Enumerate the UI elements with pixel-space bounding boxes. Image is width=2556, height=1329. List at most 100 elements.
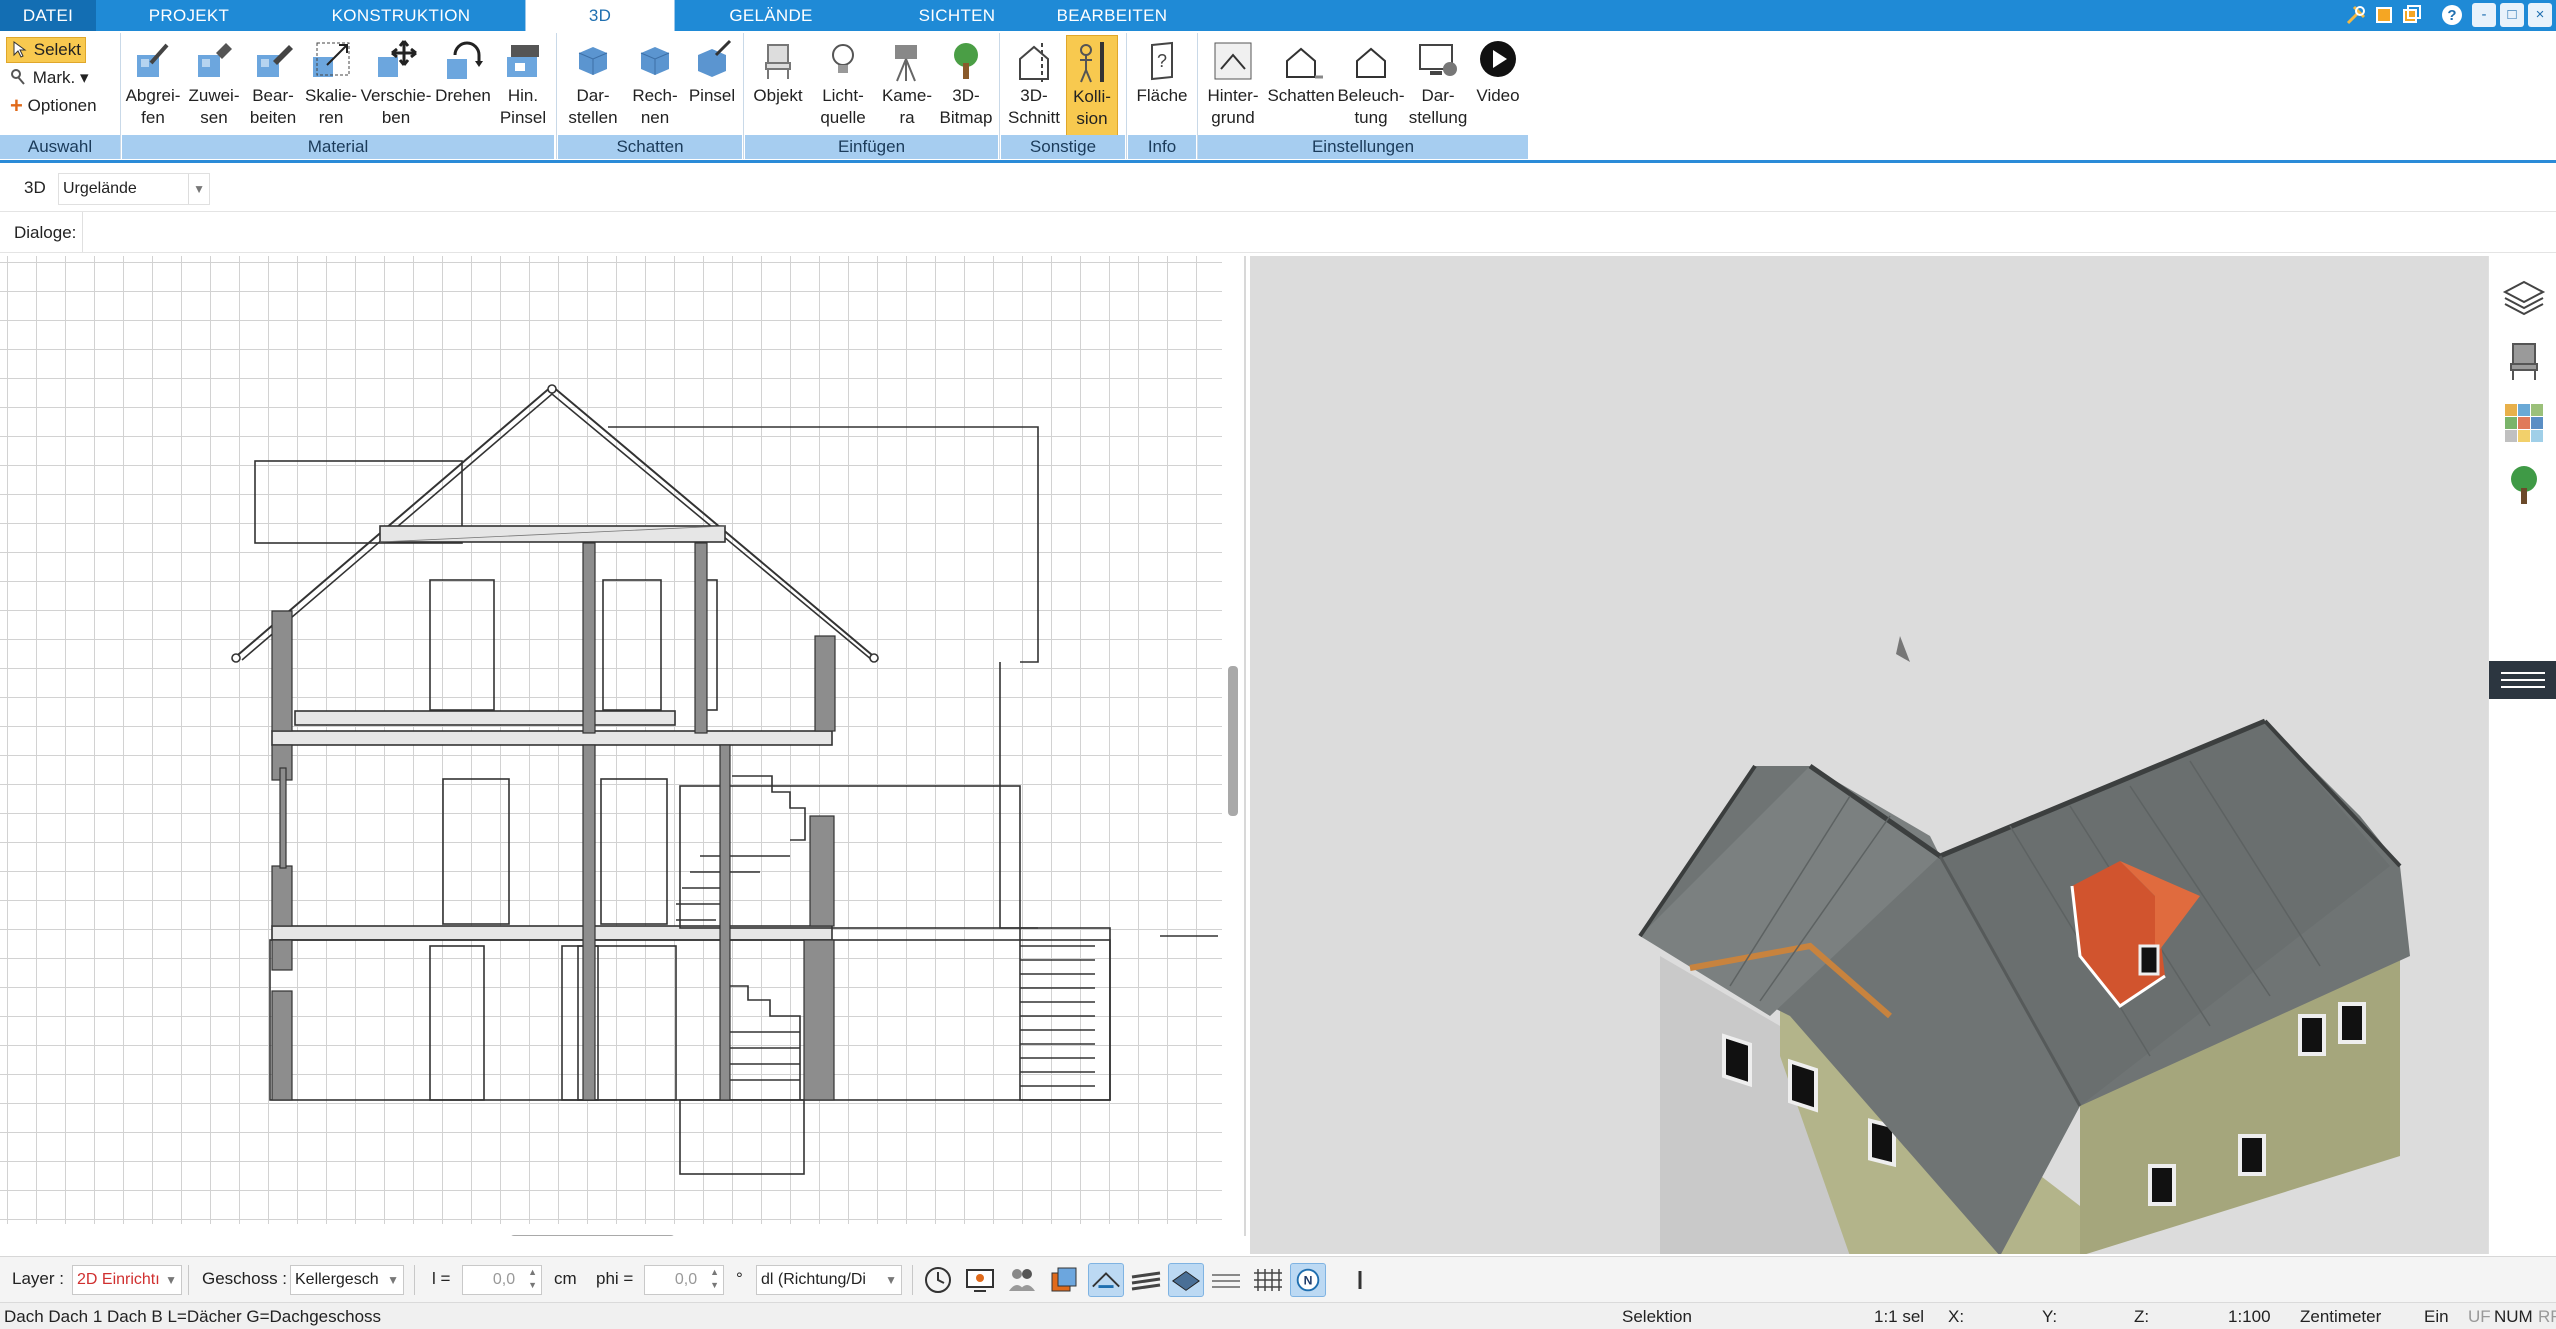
mark-button[interactable]: Mark. ▾ bbox=[6, 66, 93, 92]
3d-schnitt-label: 3D- Schnitt bbox=[1008, 86, 1060, 127]
toolbar-separator bbox=[188, 1265, 189, 1295]
maximize-button[interactable]: □ bbox=[2500, 3, 2524, 27]
pinsel-label: Pinsel bbox=[688, 86, 736, 105]
tab-gelaende[interactable]: GELÄNDE bbox=[715, 0, 827, 31]
abgreifen-button[interactable]: Abgrei- fen bbox=[122, 35, 184, 141]
close-button[interactable]: × bbox=[2528, 3, 2552, 27]
hintergrund-button[interactable]: Hinter- grund bbox=[1200, 35, 1266, 141]
dialog-label: Dialoge: bbox=[14, 223, 77, 242]
monitor-icon[interactable] bbox=[962, 1263, 998, 1297]
floor-select[interactable]: Kellergesch ▼ bbox=[290, 1265, 404, 1295]
lichtquelle-button[interactable]: Licht- quelle bbox=[808, 35, 878, 141]
terrain-select[interactable]: Urgelände ▼ bbox=[58, 173, 210, 205]
kamera-button[interactable]: Kame- ra bbox=[878, 35, 936, 141]
darstellung-button[interactable]: Dar- stellung bbox=[1406, 35, 1470, 141]
beleuchtung-label: Beleuch- tung bbox=[1337, 86, 1405, 127]
section-drawing bbox=[231, 384, 1218, 1175]
copy-layer-icon[interactable] bbox=[1046, 1263, 1082, 1297]
skalieren-button[interactable]: Skalie- ren bbox=[302, 35, 360, 141]
tab-projekt[interactable]: PROJEKT bbox=[120, 0, 258, 31]
objekt-label: Objekt bbox=[753, 86, 803, 105]
length-input[interactable]: 0,0 ▲ ▼ bbox=[462, 1265, 542, 1295]
verschieben-button[interactable]: Verschie- ben bbox=[360, 35, 432, 141]
floor-icon[interactable] bbox=[1168, 1263, 1204, 1297]
zuweisen-button[interactable]: Zuwei- sen bbox=[184, 35, 244, 141]
eyedropper-icon bbox=[137, 43, 169, 77]
tab-bearbeiten[interactable]: BEARBEITEN bbox=[1050, 0, 1174, 31]
flaeche-button[interactable]: ? Fläche bbox=[1130, 35, 1194, 141]
kollision-button[interactable]: Kolli- sion bbox=[1066, 35, 1118, 141]
length-value: 0,0 bbox=[492, 1271, 516, 1288]
move-icon bbox=[378, 40, 417, 77]
verschieben-label: Verschie- ben bbox=[360, 86, 432, 127]
horizontal-scrollbar[interactable] bbox=[510, 1235, 675, 1236]
phi-label: phi = bbox=[596, 1269, 634, 1288]
color-palette-icon[interactable] bbox=[2501, 400, 2547, 446]
floor-value: Kellergesch bbox=[295, 1271, 379, 1288]
layer-select[interactable]: 2D Einrichtı ▼ bbox=[72, 1265, 182, 1295]
restore-icon[interactable] bbox=[2372, 3, 2396, 27]
tab-sichten[interactable]: SICHTEN bbox=[905, 0, 1009, 31]
more-icon[interactable] bbox=[1342, 1263, 1378, 1297]
spinner-icon[interactable]: ▲ ▼ bbox=[710, 1266, 719, 1292]
svg-text:?: ? bbox=[1157, 51, 1167, 71]
layers-icon[interactable] bbox=[2501, 276, 2547, 322]
chair-icon[interactable] bbox=[2501, 338, 2547, 384]
copy-icon[interactable] bbox=[2400, 3, 2424, 27]
clock-icon[interactable] bbox=[920, 1263, 956, 1297]
roof-layers-icon[interactable] bbox=[1128, 1263, 1164, 1297]
people-icon[interactable] bbox=[1004, 1263, 1040, 1297]
direction-select[interactable]: dl (Richtung/Di ▼ bbox=[756, 1265, 902, 1295]
status-x: X: bbox=[1948, 1307, 1965, 1326]
roof-edit-icon[interactable] bbox=[1088, 1263, 1124, 1297]
drehen-label: Drehen bbox=[435, 86, 491, 105]
3d-viewport[interactable] bbox=[1250, 256, 2488, 1254]
mark-icon bbox=[11, 69, 25, 85]
tools-icon[interactable] bbox=[2344, 3, 2368, 27]
stack-icon[interactable] bbox=[1208, 1263, 1244, 1297]
help-icon[interactable]: ? bbox=[2440, 3, 2464, 27]
tab-datei[interactable]: DATEI bbox=[0, 0, 96, 31]
hin-pinsel-button[interactable]: Hin. Pinsel bbox=[494, 35, 552, 141]
status-z: Z: bbox=[2134, 1307, 2150, 1326]
grid-icon[interactable] bbox=[1250, 1263, 1286, 1297]
options-button[interactable]: + Optionen bbox=[6, 94, 101, 120]
group-separator bbox=[999, 33, 1000, 159]
toolbar-separator bbox=[912, 1265, 913, 1295]
dialog-bar: Dialoge: bbox=[0, 211, 2556, 253]
group-label-einstellungen: Einstellungen bbox=[1198, 135, 1528, 159]
phi-input[interactable]: 0,0 ▲ ▼ bbox=[644, 1265, 724, 1295]
chair-icon bbox=[765, 44, 791, 79]
side-panel bbox=[2488, 256, 2556, 1254]
toolbar-separator bbox=[414, 1265, 415, 1295]
3d-bitmap-button[interactable]: 3D- Bitmap bbox=[936, 35, 996, 141]
pinsel-button[interactable]: Pinsel bbox=[684, 35, 740, 141]
spinner-icon[interactable]: ▲ ▼ bbox=[528, 1266, 537, 1292]
group-label-schatten: Schatten bbox=[558, 135, 742, 159]
status-rf: RF bbox=[2538, 1307, 2556, 1326]
3d-house-render bbox=[1638, 636, 2410, 1254]
menu-icon[interactable] bbox=[2489, 661, 2556, 699]
beleuchtung-button[interactable]: Beleuch- tung bbox=[1336, 35, 1406, 141]
objekt-button[interactable]: Objekt bbox=[748, 35, 808, 141]
bearbeiten-button[interactable]: Bear- beiten bbox=[244, 35, 302, 141]
schatten-einstellung-label: Schatten bbox=[1267, 86, 1335, 105]
assign-material-icon bbox=[198, 43, 232, 77]
section-cut-icon bbox=[1019, 43, 1049, 83]
3d-schnitt-button[interactable]: 3D- Schnitt bbox=[1002, 35, 1066, 141]
length-label: l = bbox=[432, 1269, 451, 1288]
tree-icon[interactable] bbox=[2501, 462, 2547, 508]
north-icon[interactable]: N bbox=[1290, 1263, 1326, 1297]
vertical-scrollbar[interactable] bbox=[1228, 666, 1238, 816]
darstellen-button[interactable]: Dar- stellen bbox=[560, 35, 626, 141]
rechnen-button[interactable]: Rech- nen bbox=[626, 35, 684, 141]
tab-3d[interactable]: 3D bbox=[525, 0, 675, 31]
compute-shadow-icon bbox=[640, 47, 670, 75]
tab-konstruktion[interactable]: KONSTRUKTION bbox=[320, 0, 482, 31]
minimize-button[interactable]: - bbox=[2472, 3, 2496, 27]
drehen-button[interactable]: Drehen bbox=[432, 35, 494, 141]
plan-view-2d[interactable] bbox=[0, 256, 1246, 1236]
select-button[interactable]: Selekt bbox=[6, 37, 86, 63]
schatten-einstellung-button[interactable]: Schatten bbox=[1266, 35, 1336, 141]
video-button[interactable]: Video bbox=[1470, 35, 1526, 141]
